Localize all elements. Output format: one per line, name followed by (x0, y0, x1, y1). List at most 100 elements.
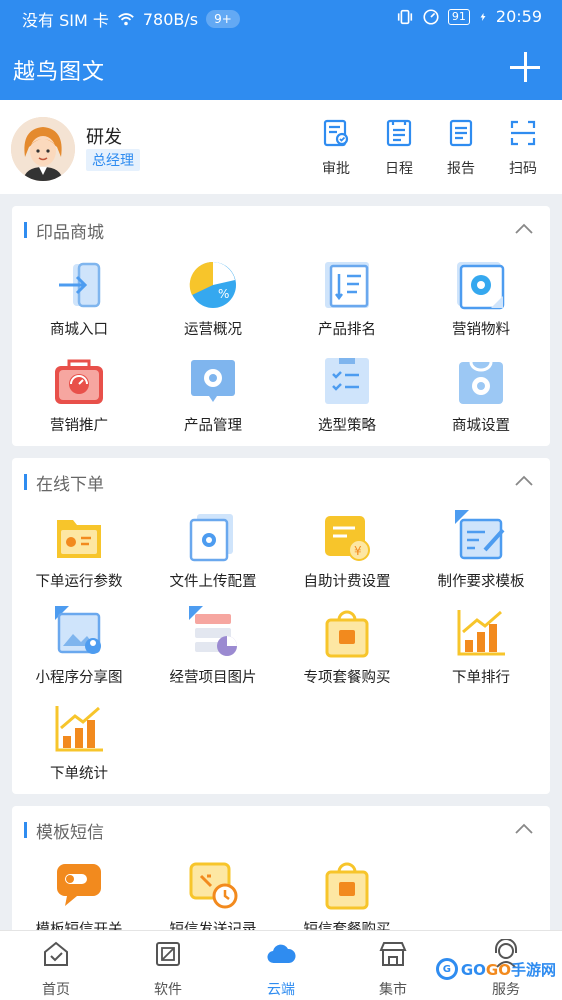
section-header[interactable]: 模板短信 (12, 806, 550, 854)
grid-item-order-params[interactable]: 下单运行参数 (12, 510, 146, 591)
business-images-icon (189, 606, 237, 656)
grid-item-sms-records[interactable]: 短信发送记录 (146, 858, 280, 936)
schedule-label: 日程 (385, 161, 413, 177)
tab-label: 服务 (492, 982, 520, 998)
report-button[interactable]: 报告 (438, 118, 484, 178)
grid-item-file-upload-config[interactable]: 文件上传配置 (146, 510, 280, 591)
cloud-icon (267, 944, 296, 964)
self-billing-icon: ¥ (325, 516, 370, 561)
package-purchase-icon (325, 610, 369, 658)
section-print-mall: 印品商城 商城入口 % 运营概况 产品排名 营销物料 营销推广 产品管理 选型策… (12, 206, 550, 446)
grid-item-label: 经营项目图片 (169, 670, 257, 686)
chevron-up-icon[interactable] (514, 822, 534, 836)
watermark-logo: G GOGO手游网 (435, 958, 556, 980)
tab-software[interactable]: 软件 (138, 939, 198, 999)
vibrate-icon (397, 9, 413, 24)
grid-item-label: 自助计费设置 (303, 574, 391, 590)
grid-item-label: 商城入口 (50, 322, 108, 338)
user-role-badge: 总经理 (86, 149, 140, 171)
grid-item-label: 产品排名 (318, 322, 376, 338)
approval-icon (323, 119, 349, 147)
product-ranking-icon (325, 262, 369, 308)
grid-item-mall-settings[interactable]: 商城设置 (414, 354, 548, 435)
clock: 20:59 (495, 7, 542, 26)
avatar-image (11, 117, 75, 181)
schedule-icon (386, 119, 412, 147)
mall-settings-icon (459, 361, 503, 404)
grid-item-selection-strategy[interactable]: 选型策略 (280, 354, 414, 435)
grid-item-order-ranking[interactable]: 下单排行 (414, 606, 548, 687)
grid-item-miniprogram-share[interactable]: 小程序分享图 (12, 606, 146, 687)
tab-label: 首页 (42, 982, 70, 998)
requirement-template-icon (455, 510, 505, 560)
scan-button[interactable]: 扫码 (500, 118, 546, 178)
section-header[interactable]: 在线下单 (12, 458, 550, 506)
scan-icon (510, 120, 536, 146)
grid-item-label: 制作要求模板 (437, 574, 525, 590)
section-online-order: 在线下单 下单运行参数 文件上传配置 ¥ 自助计费设置 制作要求模板 小程序分享… (12, 458, 550, 794)
app-header: 没有 SIM 卡 780B/s 9+ 91 20:59 越鸟图文 (0, 0, 562, 100)
watermark-text-a: GO (460, 960, 486, 979)
grid-item-label: 选型策略 (318, 418, 376, 434)
wifi-icon (118, 13, 134, 26)
grid-item-business-images[interactable]: 经营项目图片 (146, 606, 280, 687)
marketing-materials-icon (457, 262, 505, 310)
svg-text:¥: ¥ (354, 544, 362, 558)
grid-item-sms-package[interactable]: 短信套餐购买 (280, 858, 414, 936)
grid-item-product-ranking[interactable]: 产品排名 (280, 258, 414, 339)
schedule-button[interactable]: 日程 (376, 118, 422, 178)
grid-item-package-purchase[interactable]: 专项套餐购买 (280, 606, 414, 687)
tab-label: 集市 (379, 982, 407, 998)
carrier-label: 没有 SIM 卡 (22, 11, 109, 30)
add-button[interactable] (508, 50, 542, 84)
grid-item-label: 营销物料 (452, 322, 510, 338)
grid-item-marketing-promotion[interactable]: 营销推广 (12, 354, 146, 435)
user-name: 研发 (86, 127, 122, 148)
grid-item-label: 专项套餐购买 (303, 670, 391, 686)
report-icon (449, 119, 473, 147)
grid-item-self-billing[interactable]: ¥ 自助计费设置 (280, 510, 414, 591)
grid-item-requirement-template[interactable]: 制作要求模板 (414, 510, 548, 591)
grid-item-marketing-materials[interactable]: 营销物料 (414, 258, 548, 339)
miniprogram-share-icon (55, 606, 101, 654)
tab-cloud[interactable]: 云端 (251, 939, 311, 999)
watermark-text-b: GO (485, 960, 511, 979)
section-title: 模板短信 (36, 823, 104, 843)
watermark-circle-icon: G (435, 958, 458, 980)
grid-item-order-stats[interactable]: 下单统计 (12, 702, 146, 783)
product-management-icon (191, 360, 235, 402)
market-icon (379, 942, 407, 966)
section-title: 在线下单 (36, 475, 104, 495)
battery-level: 91 (447, 8, 470, 25)
sms-package-icon (325, 862, 369, 910)
chevron-up-icon[interactable] (514, 474, 534, 488)
grid-item-label: 文件上传配置 (169, 574, 257, 590)
svg-text:%: % (218, 287, 229, 301)
approval-button[interactable]: 审批 (313, 118, 359, 178)
grid-item-label: 下单排行 (452, 670, 510, 686)
section-header[interactable]: 印品商城 (12, 206, 550, 254)
grid-item-operations-overview[interactable]: % 运营概况 (146, 258, 280, 339)
grid-item-sms-toggle[interactable]: 模板短信开关 (12, 858, 146, 936)
watermark-text-c: 手游网 (510, 960, 556, 979)
grid-item-label: 下单统计 (50, 766, 108, 782)
tab-market[interactable]: 集市 (363, 939, 423, 999)
grid-item-label: 小程序分享图 (35, 670, 123, 686)
marketing-promotion-icon (55, 359, 103, 404)
tab-home[interactable]: 首页 (26, 939, 86, 999)
grid-item-label: 产品管理 (184, 418, 242, 434)
grid-item-product-management[interactable]: 产品管理 (146, 354, 280, 435)
file-upload-config-icon (189, 514, 233, 562)
order-stats-icon (55, 706, 103, 752)
sms-records-icon (189, 862, 238, 909)
selection-strategy-icon (325, 358, 369, 404)
grid-item-label: 商城设置 (452, 418, 510, 434)
section-template-sms: 模板短信 模板短信开关 短信发送记录 短信套餐购买 (12, 806, 550, 936)
grid-item-label: 营销推广 (50, 418, 108, 434)
avatar[interactable] (11, 117, 75, 181)
chevron-up-icon[interactable] (514, 222, 534, 236)
profile-panel: 研发 总经理 审批 日程 报告 扫码 (0, 100, 562, 194)
home-icon (44, 941, 68, 966)
grid-item-label: 下单运行参数 (35, 574, 123, 590)
grid-item-mall-entry[interactable]: 商城入口 (12, 258, 146, 339)
